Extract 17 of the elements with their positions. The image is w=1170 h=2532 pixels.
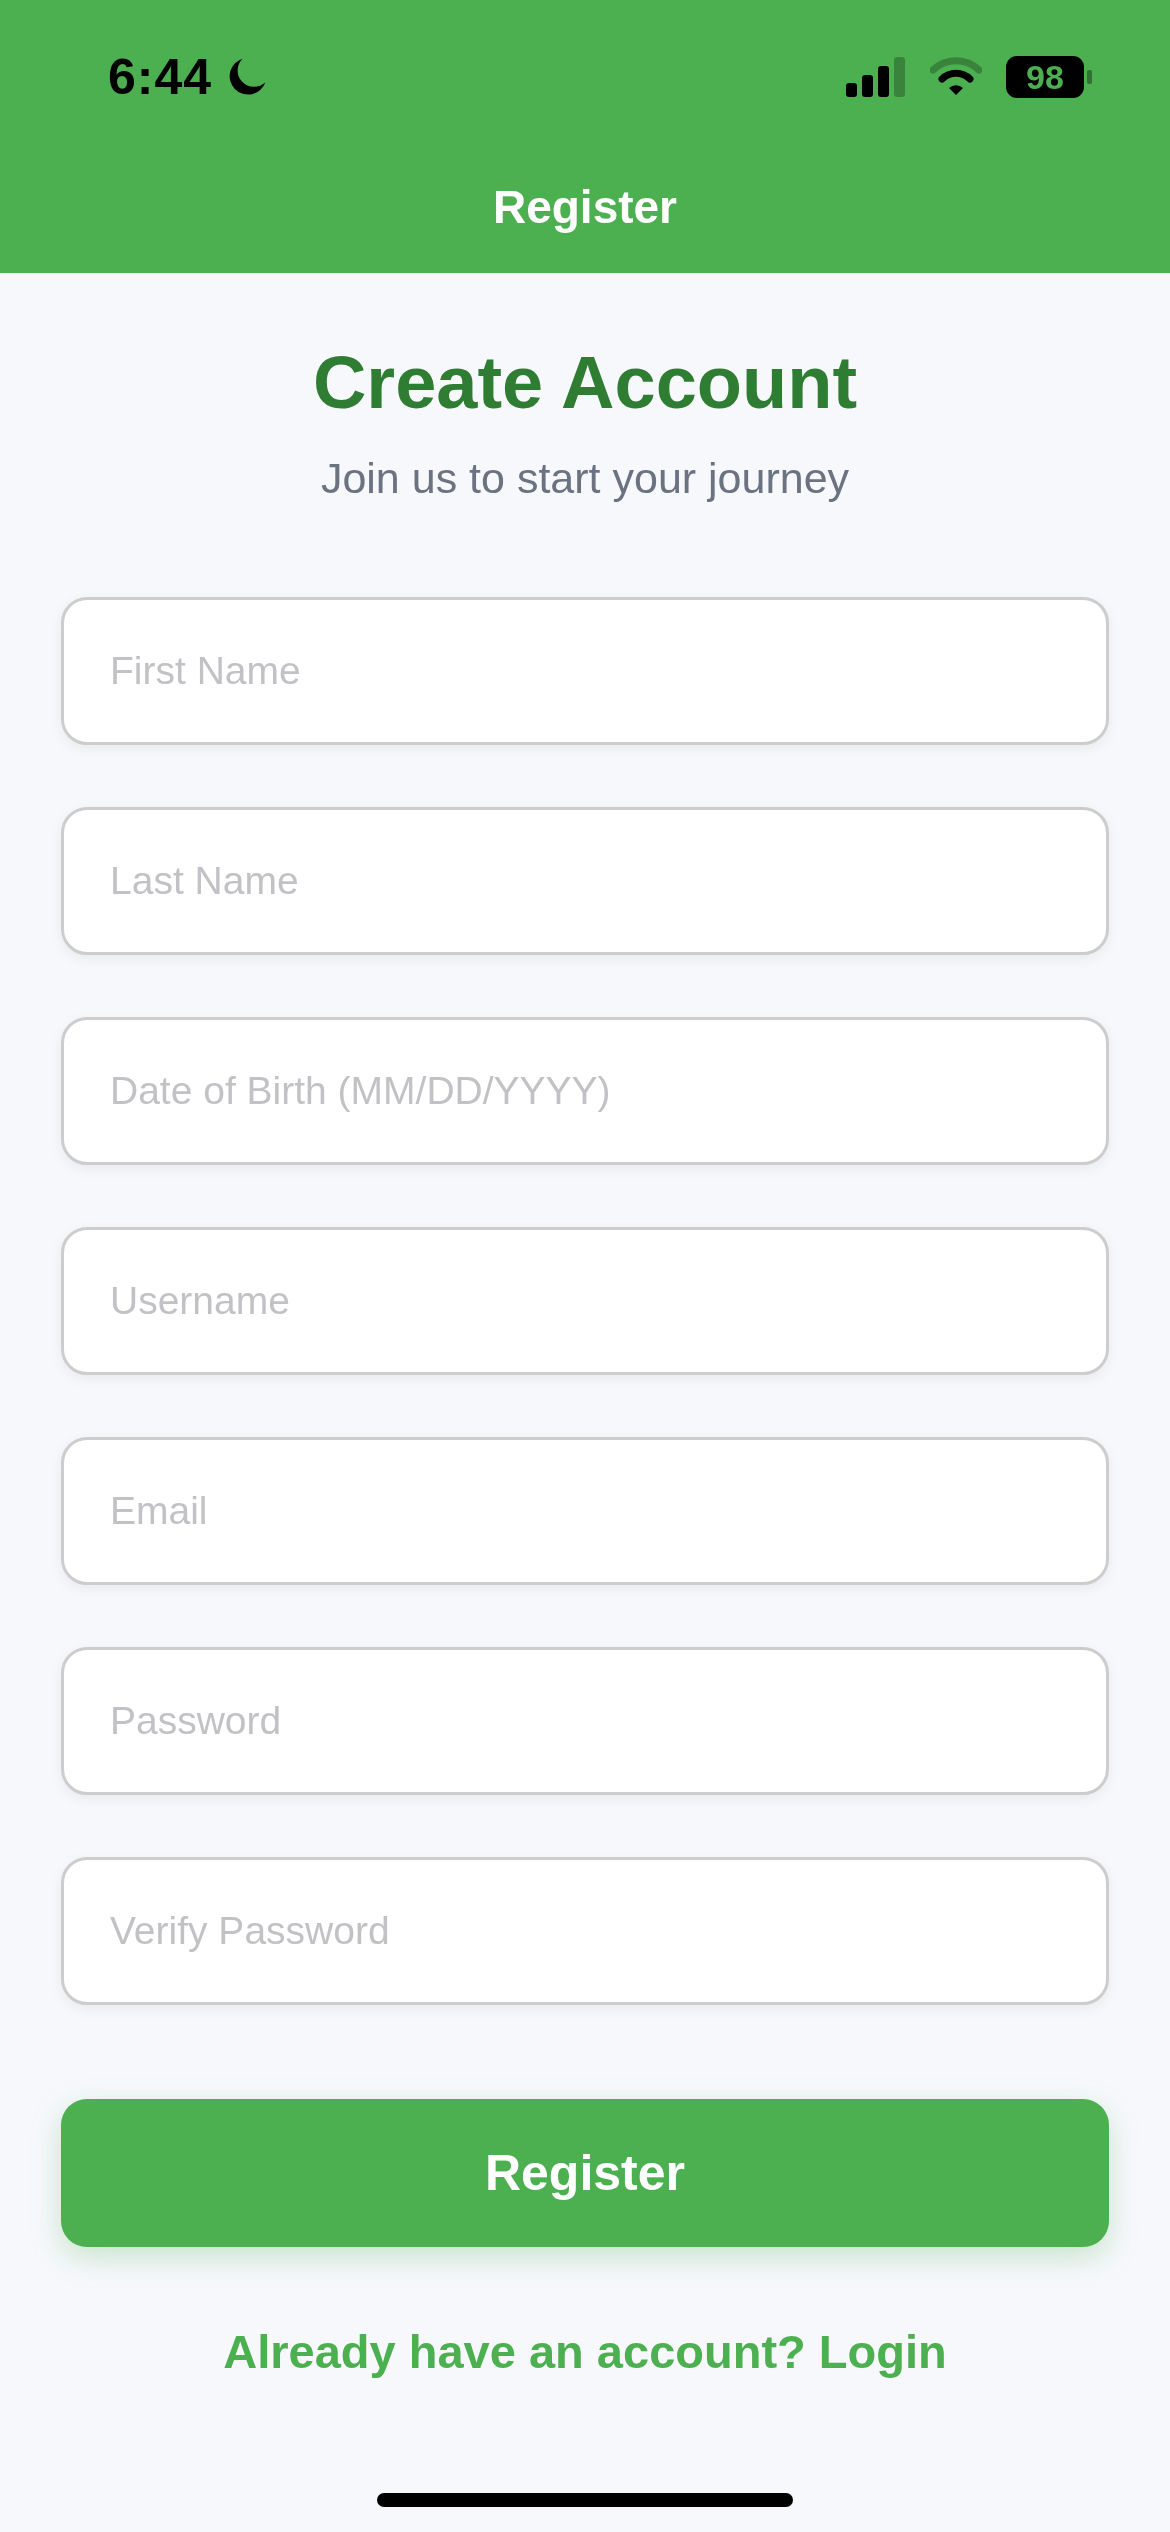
login-link[interactable]: Already have an account? Login bbox=[223, 2322, 947, 2382]
input-field[interactable]: Verify Password bbox=[61, 1857, 1109, 2005]
register-button[interactable]: Register bbox=[61, 2099, 1109, 2247]
input-field[interactable]: First Name bbox=[61, 597, 1109, 745]
signal-icon bbox=[846, 57, 906, 97]
input-field[interactable]: Email bbox=[61, 1437, 1109, 1585]
wifi-icon bbox=[930, 57, 982, 97]
page-title: Create Account bbox=[312, 340, 858, 426]
input-field[interactable]: Last Name bbox=[61, 807, 1109, 955]
input-field[interactable]: Password bbox=[61, 1647, 1109, 1795]
input-field[interactable]: Date of Birth (MM/DD/YYYY) bbox=[61, 1017, 1109, 1165]
status-time: 6:44 bbox=[108, 52, 213, 102]
nav-title: Register bbox=[492, 180, 678, 235]
battery-tip-icon bbox=[1087, 70, 1092, 84]
input-field[interactable]: Username bbox=[61, 1227, 1109, 1375]
battery-level: 98 bbox=[1006, 56, 1084, 98]
page-subtitle: Join us to start your journey bbox=[320, 453, 850, 504]
